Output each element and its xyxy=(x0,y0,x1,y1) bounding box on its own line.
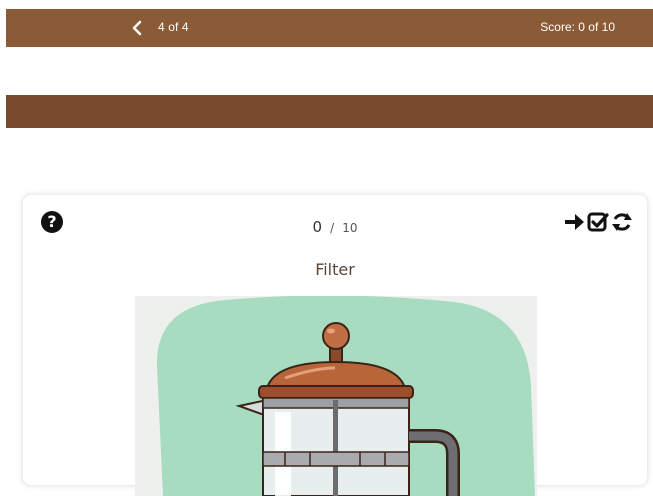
total-count: 10 xyxy=(342,221,358,235)
card-counter: 0 / 10 xyxy=(23,217,647,236)
correct-count: 0 xyxy=(312,218,323,236)
flashcard-word: Filter xyxy=(315,260,355,279)
card-actions xyxy=(563,211,633,233)
check-square-icon[interactable] xyxy=(587,211,609,233)
counter-separator: / xyxy=(330,221,335,235)
section-banner xyxy=(6,95,653,128)
page-top-edge xyxy=(0,0,653,8)
progress-indicator: 4 of 4 xyxy=(158,20,189,34)
flashcard: ? 0 / 10 Filter xyxy=(23,195,647,496)
chevron-left-icon[interactable] xyxy=(130,19,144,37)
top-navigation-bar: 4 of 4 Score: 0 of 10 xyxy=(6,9,653,47)
french-press-illustration xyxy=(135,296,537,496)
refresh-icon[interactable] xyxy=(611,211,633,233)
score-display: Score: 0 of 10 xyxy=(540,20,615,34)
arrow-right-icon[interactable] xyxy=(563,211,585,233)
